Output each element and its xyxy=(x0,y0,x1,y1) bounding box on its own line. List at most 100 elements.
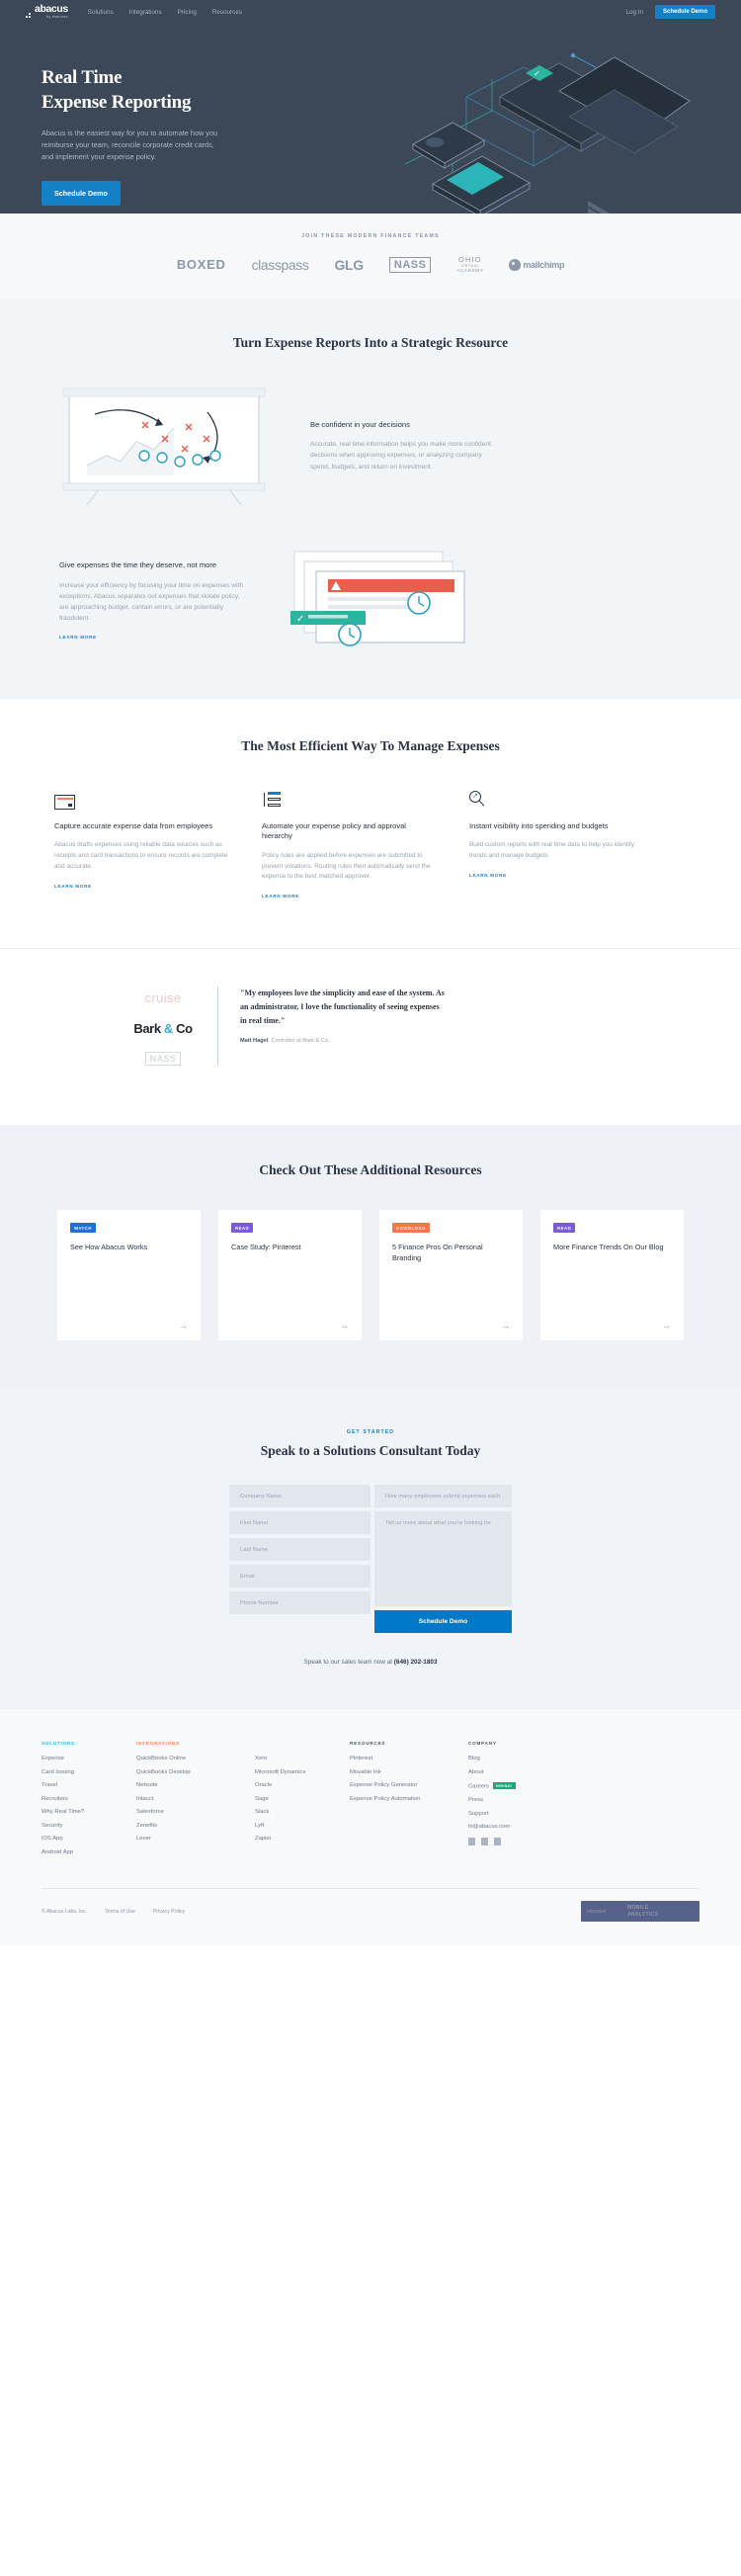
footer-link-quickbooks-online[interactable]: QuickBooks Online xyxy=(136,1756,255,1761)
mixpanel-tag1: MOBILE xyxy=(626,1905,649,1912)
nav-item-solutions[interactable]: Solutions xyxy=(88,9,114,16)
footer-column-integrations: INTEGRATIONS QuickBooks Online QuickBook… xyxy=(136,1741,255,1862)
resource-card-blog[interactable]: READ More Finance Trends On Our Blog → xyxy=(540,1210,684,1341)
footer-link-ios-app[interactable]: iOS App xyxy=(41,1836,136,1842)
footer-heading-company: COMPANY xyxy=(468,1741,497,1747)
last-name-input[interactable] xyxy=(229,1538,370,1562)
careers-label: Careers xyxy=(468,1783,489,1790)
footer-link-netsuite[interactable]: Netsuite xyxy=(136,1782,255,1788)
footer-link-lever[interactable]: Lever xyxy=(136,1836,255,1842)
footer-link-about[interactable]: About xyxy=(468,1769,563,1775)
sales-phone[interactable]: (646) 202-1803 xyxy=(394,1659,438,1666)
automate-learn-more-link[interactable]: LEARN MORE xyxy=(262,894,299,899)
efficient-column-visibility: ↗ Instant visibility into spending and b… xyxy=(469,790,644,903)
efficient-columns: Capture accurate expense data from emplo… xyxy=(0,790,741,903)
hero-title: Real Time Expense Reporting xyxy=(41,65,326,115)
footer-link-expense-policy-automation[interactable]: Expense Policy Automation xyxy=(350,1796,468,1802)
resource-badge: READ xyxy=(553,1223,576,1234)
footer-column-integrations-2: Xero Microsoft Dynamics Oracle Sage Slac… xyxy=(255,1741,350,1862)
logo-boxed: BOXED xyxy=(176,257,226,273)
terms-of-use-link[interactable]: Terms of Use xyxy=(105,1909,135,1915)
footer-link-intacct[interactable]: Intacct xyxy=(136,1796,255,1802)
footer-link-pinterest[interactable]: Pinterest xyxy=(350,1756,468,1761)
footer-column-resources: RESOURCES Pinterest Movable Ink Expense … xyxy=(350,1741,468,1862)
nav-item-integrations[interactable]: Integrations xyxy=(129,9,162,16)
footer-link-recruiters[interactable]: Recruiters xyxy=(41,1796,136,1802)
footer-link-card-issuing[interactable]: Card Issuing xyxy=(41,1769,136,1775)
message-textarea[interactable] xyxy=(374,1511,512,1607)
resources-section-title: Check Out These Additional Resources xyxy=(259,1162,482,1178)
capture-learn-more-link[interactable]: LEARN MORE xyxy=(54,884,92,889)
twitter-icon[interactable] xyxy=(468,1837,475,1846)
feature-confident-text: Be confident in your decisions Accurate,… xyxy=(310,420,498,472)
footer-link-blog[interactable]: Blog xyxy=(468,1756,563,1761)
footer-link-salesforce[interactable]: Salesforce xyxy=(136,1809,255,1815)
efficient-way-section: The Most Efficient Way To Manage Expense… xyxy=(0,698,741,950)
phone-number-input[interactable] xyxy=(229,1591,370,1615)
login-link[interactable]: Log In xyxy=(625,9,643,16)
footer-link-slack[interactable]: Slack xyxy=(255,1809,350,1815)
footer-link-expense-policy-generator[interactable]: Expense Policy Generator xyxy=(350,1782,468,1788)
abacus-logo[interactable]: abacus by emburse xyxy=(26,4,68,19)
resource-badge: DOWNLOAD xyxy=(392,1223,430,1234)
resource-card-watch[interactable]: WATCH See How Abacus Works → xyxy=(57,1210,201,1341)
feature-time-heading: Give expenses the time they deserve, not… xyxy=(59,560,217,570)
hero-illustration: ✓ xyxy=(404,52,691,214)
mixpanel-tag2: ANALYTICS xyxy=(626,1911,658,1918)
workflow-list-icon xyxy=(262,790,437,810)
footer-link-travel[interactable]: Travel xyxy=(41,1782,136,1788)
logo-ohio-line3: ACADEMY xyxy=(456,268,484,274)
visibility-learn-more-link[interactable]: LEARN MORE xyxy=(469,873,507,878)
footer-link-why-real-time[interactable]: Why Real Time? xyxy=(41,1809,136,1815)
footer-link-zapier[interactable]: Zapier xyxy=(255,1836,350,1842)
strategic-section-title: Turn Expense Reports Into a Strategic Re… xyxy=(232,334,509,350)
footer-link-sage[interactable]: Sage xyxy=(255,1796,350,1802)
resource-card-download[interactable]: DOWNLOAD 5 Finance Pros On Personal Bran… xyxy=(379,1210,523,1341)
privacy-policy-link[interactable]: Privacy Policy xyxy=(153,1909,185,1915)
employee-count-input[interactable] xyxy=(374,1485,512,1508)
footer-link-android-app[interactable]: Android App xyxy=(41,1849,136,1855)
mixpanel-badge[interactable]: mixpanel MOBILE ANALYTICS xyxy=(580,1901,700,1923)
footer-link-quickbooks-desktop[interactable]: QuickBooks Desktop xyxy=(136,1769,255,1775)
resource-card-case-study[interactable]: READ Case Study: Pinterest → xyxy=(218,1210,362,1341)
facebook-icon[interactable] xyxy=(481,1837,488,1846)
form-title: Speak to a Solutions Consultant Today xyxy=(260,1443,481,1459)
footer-link-zenefits[interactable]: Zenefits xyxy=(136,1823,255,1829)
testimonial-quote: "My employees love the simplicity and ea… xyxy=(240,988,445,1025)
logo-strip-title: JOIN THESE MODERN FINANCE TEAMS xyxy=(301,233,440,239)
header-schedule-demo-button[interactable]: Schedule Demo xyxy=(654,5,715,19)
footer-link-careers[interactable]: Careers HIRING! xyxy=(468,1782,563,1790)
resource-badge: READ xyxy=(231,1223,254,1234)
email-input[interactable] xyxy=(229,1565,370,1589)
footer-column-company: COMPANY Blog About Careers HIRING! Press … xyxy=(468,1741,563,1862)
company-name-input[interactable] xyxy=(229,1485,370,1508)
footer-link-support[interactable]: Support xyxy=(468,1811,563,1817)
form-schedule-demo-button[interactable]: Schedule Demo xyxy=(374,1610,512,1634)
nav-item-resources[interactable]: Resources xyxy=(212,9,242,16)
footer-link-movable-ink[interactable]: Movable Ink xyxy=(350,1769,468,1775)
testimonial-role: , Controller at Bark & Co. xyxy=(268,1038,330,1045)
footer-link-email[interactable]: hi@abacus.com xyxy=(468,1824,563,1830)
nav-item-pricing[interactable]: Pricing xyxy=(178,9,197,16)
footer-link-security[interactable]: Security xyxy=(41,1823,136,1829)
form-grid: Schedule Demo xyxy=(0,1485,741,1634)
logo-nass: NASS xyxy=(388,256,432,273)
first-name-input[interactable] xyxy=(229,1511,370,1535)
logo-dots-icon xyxy=(26,13,31,18)
footer-heading-solutions: SOLUTIONS xyxy=(41,1741,75,1747)
footer-link-lyft[interactable]: Lyft xyxy=(255,1823,350,1829)
testimonial-logos: cruise Bark & Co NASS xyxy=(109,987,217,1067)
linkedin-icon[interactable] xyxy=(494,1837,501,1846)
hero-schedule-demo-button[interactable]: Schedule Demo xyxy=(41,180,121,206)
footer-link-microsoft-dynamics[interactable]: Microsoft Dynamics xyxy=(255,1769,350,1775)
expense-alerts-illustration: ✓ xyxy=(290,551,465,646)
feature-time-learn-more-link[interactable]: LEARN MORE xyxy=(59,635,97,640)
automate-heading: Automate your expense policy and approva… xyxy=(262,820,406,841)
footer-link-press[interactable]: Press xyxy=(468,1797,563,1803)
footer-link-expense[interactable]: Expense xyxy=(41,1756,136,1761)
footer-link-xero[interactable]: Xero xyxy=(255,1756,350,1761)
contact-form-section: GET STARTED Speak to a Solutions Consult… xyxy=(0,1388,741,1710)
footer-link-oracle[interactable]: Oracle xyxy=(255,1782,350,1788)
resource-card-title: Case Study: Pinterest xyxy=(231,1243,301,1252)
resources-section: Check Out These Additional Resources WAT… xyxy=(0,1125,741,1389)
